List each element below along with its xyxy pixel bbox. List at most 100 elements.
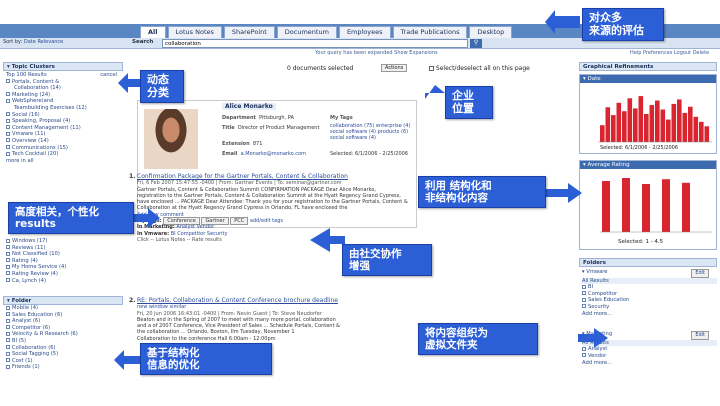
- histogram-bar[interactable]: [660, 109, 666, 142]
- histogram-bar[interactable]: [627, 98, 633, 142]
- checkbox[interactable]: [6, 258, 10, 263]
- checkbox[interactable]: [6, 79, 10, 84]
- checkbox[interactable]: [582, 346, 586, 351]
- topic-item[interactable]: Ca, Lynch (4): [6, 278, 123, 285]
- checkbox[interactable]: [6, 92, 10, 97]
- folder-all-results[interactable]: All Results: [582, 339, 717, 347]
- histogram-bar[interactable]: [600, 125, 605, 142]
- checkbox[interactable]: [6, 145, 10, 150]
- topic-item[interactable]: My Home Service (4): [6, 264, 123, 271]
- histogram-bar[interactable]: [622, 111, 627, 142]
- folder-add-more[interactable]: Add more...: [582, 311, 717, 318]
- checkbox[interactable]: [6, 112, 10, 117]
- topic-item[interactable]: Teambuilding Exercises (12): [6, 105, 123, 112]
- folder-tag-vendor[interactable]: Vendor: [197, 224, 215, 230]
- checkbox[interactable]: [6, 271, 10, 276]
- folder-all-results[interactable]: All Results: [582, 277, 717, 285]
- folder-item[interactable]: Social Tagging (5): [6, 351, 123, 358]
- tab-desktop[interactable]: Desktop: [469, 26, 513, 38]
- folder-item[interactable]: Security: [582, 304, 717, 311]
- topic-more-link[interactable]: more in all: [6, 158, 123, 165]
- employee-name[interactable]: Alice Monarko: [222, 103, 276, 110]
- histogram-bar[interactable]: [616, 102, 622, 142]
- collapse-icon[interactable]: ▾: [7, 64, 10, 70]
- topic-item[interactable]: Marketing (24): [6, 92, 123, 99]
- topic-item[interactable]: Overview (14): [6, 138, 123, 145]
- topic-item[interactable]: Windows (17): [6, 238, 123, 245]
- histogram-bar[interactable]: [602, 181, 610, 232]
- checkbox[interactable]: [6, 351, 10, 356]
- search-input[interactable]: [162, 39, 468, 48]
- histogram-bar[interactable]: [671, 103, 677, 142]
- checkbox[interactable]: [6, 338, 10, 343]
- checkbox[interactable]: [582, 291, 586, 296]
- histogram-bar[interactable]: [638, 96, 644, 142]
- histogram-bar[interactable]: [699, 121, 704, 142]
- histogram-bar[interactable]: [642, 184, 650, 232]
- checkbox[interactable]: [6, 325, 10, 330]
- checkbox[interactable]: [6, 245, 10, 250]
- topic-item[interactable]: WebSphere(and: [6, 98, 123, 105]
- folder-edit-button[interactable]: Edit: [691, 331, 709, 340]
- checkbox[interactable]: [582, 304, 586, 309]
- checkbox[interactable]: [429, 66, 434, 71]
- histogram-bar[interactable]: [704, 126, 710, 142]
- query-expansion-note[interactable]: Your query has been expanded Show Expans…: [315, 50, 438, 56]
- tab-all[interactable]: All: [140, 26, 166, 38]
- folder-item[interactable]: Analyst: [582, 346, 717, 353]
- sort-relevance-link[interactable]: Relevance: [37, 39, 63, 45]
- folder-item[interactable]: Vendor: [582, 353, 717, 360]
- checkbox[interactable]: [6, 312, 10, 317]
- folder-item[interactable]: Competitor (6): [6, 325, 123, 332]
- histogram-bar[interactable]: [666, 119, 671, 142]
- tag-pcc[interactable]: PCC: [230, 217, 249, 226]
- histogram-bar[interactable]: [677, 99, 682, 142]
- checkbox[interactable]: [6, 278, 10, 283]
- checkbox[interactable]: [582, 284, 586, 289]
- histogram-bar[interactable]: [693, 116, 699, 142]
- topic-item[interactable]: Social (16): [6, 112, 123, 119]
- card-tags[interactable]: collaboration (75) enterprise (4) social…: [330, 123, 415, 141]
- checkbox[interactable]: [6, 138, 10, 143]
- result-footer[interactable]: Click -- Lotus Notes -- Rate results: [137, 237, 557, 243]
- histogram-bar[interactable]: [633, 108, 638, 142]
- folder-item[interactable]: Sales Education (6): [6, 312, 123, 319]
- topic-item[interactable]: Reviews (11): [6, 245, 123, 252]
- topic-item[interactable]: Rating Review (4): [6, 271, 123, 278]
- topic-cancel-link[interactable]: cancel: [100, 72, 117, 79]
- checkbox[interactable]: [582, 353, 586, 358]
- actions-button[interactable]: Actions: [381, 64, 408, 72]
- checkbox[interactable]: [6, 318, 10, 323]
- histogram-bar[interactable]: [655, 100, 660, 142]
- topic-item[interactable]: Rating (4): [6, 258, 123, 265]
- folder-item[interactable]: Friends (1): [6, 364, 123, 371]
- histogram-bar[interactable]: [605, 107, 611, 142]
- checkbox[interactable]: [6, 131, 10, 136]
- checkbox[interactable]: [6, 305, 10, 310]
- checkbox[interactable]: [6, 358, 10, 363]
- folder-item[interactable]: Cost (1): [6, 358, 123, 365]
- topic-item[interactable]: Communications (15): [6, 145, 123, 152]
- tab-employees[interactable]: Employees: [338, 26, 391, 38]
- checkbox[interactable]: [6, 238, 10, 243]
- folder-tag-competitor[interactable]: Competitor: [177, 231, 205, 237]
- collapse-icon[interactable]: ▾: [7, 298, 10, 304]
- folder-item[interactable]: Analyst (6): [6, 318, 123, 325]
- topic-item[interactable]: Collaboration (14): [6, 85, 123, 92]
- edit-tags-link[interactable]: add/edit tags: [250, 218, 283, 224]
- folder-item[interactable]: BI (5): [6, 338, 123, 345]
- search-button[interactable]: ⚲: [470, 39, 482, 48]
- histogram-bar[interactable]: [649, 105, 655, 142]
- checkbox[interactable]: [6, 345, 10, 350]
- folder-item[interactable]: Competitor: [582, 291, 717, 298]
- histogram-bar[interactable]: [611, 115, 616, 142]
- histogram-bar[interactable]: [682, 182, 690, 232]
- folder-item[interactable]: BI: [582, 284, 717, 291]
- histogram-bar[interactable]: [622, 178, 630, 232]
- folder-item[interactable]: Velocity & R Research (6): [6, 331, 123, 338]
- folder-item[interactable]: Collaboration (6): [6, 345, 123, 352]
- date-histogram[interactable]: [580, 84, 716, 144]
- histogram-bar[interactable]: [688, 106, 693, 142]
- tab-lotus-notes[interactable]: Lotus Notes: [167, 26, 222, 38]
- tab-documentum[interactable]: Documentum: [276, 26, 337, 38]
